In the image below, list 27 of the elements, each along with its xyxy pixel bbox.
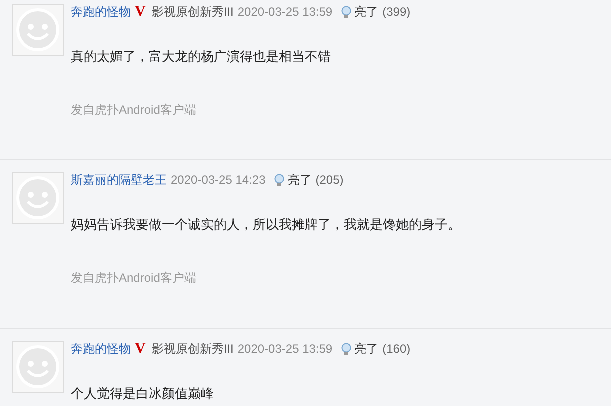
light-count: (160) [382,342,411,356]
verified-mark: V [135,4,146,20]
light-link[interactable]: 亮了 [288,172,312,188]
username-link[interactable]: 奔跑的怪物 [71,340,131,358]
light-link[interactable]: 亮了 [354,340,379,358]
lightbulb-icon[interactable] [274,174,285,186]
user-title: 影视原创新秀III [152,340,234,358]
username-link[interactable]: 斯嘉丽的隔壁老王 [71,172,167,188]
user-title: 影视原创新秀III [152,4,234,20]
post-time: 2020-03-25 13:59 [238,5,333,19]
lightbulb-icon[interactable] [340,6,352,18]
post-source: 发自虎扑Android客户端 [71,102,198,118]
post-content: 个人觉得是白冰颜值巅峰 [71,386,215,402]
post-time: 2020-03-25 14:23 [171,173,266,187]
light-link[interactable]: 亮了 [354,4,379,20]
light-count: (205) [316,173,344,187]
light-count: (399) [382,5,411,19]
avatar-icon [12,4,64,56]
username-link[interactable]: 奔跑的怪物 [71,4,131,20]
post-time: 2020-03-25 13:59 [238,342,333,356]
post-content: 妈妈告诉我要做一个诚实的人，所以我摊牌了，我就是馋她的身子。 [71,217,461,233]
post-source: 发自虎扑Android客户端 [71,270,198,286]
lightbulb-icon[interactable] [340,342,352,356]
post-content: 真的太媚了，富大龙的杨广演得也是相当不错 [71,49,332,65]
verified-mark: V [135,340,146,358]
avatar-icon [12,341,64,393]
avatar-icon [12,172,64,224]
